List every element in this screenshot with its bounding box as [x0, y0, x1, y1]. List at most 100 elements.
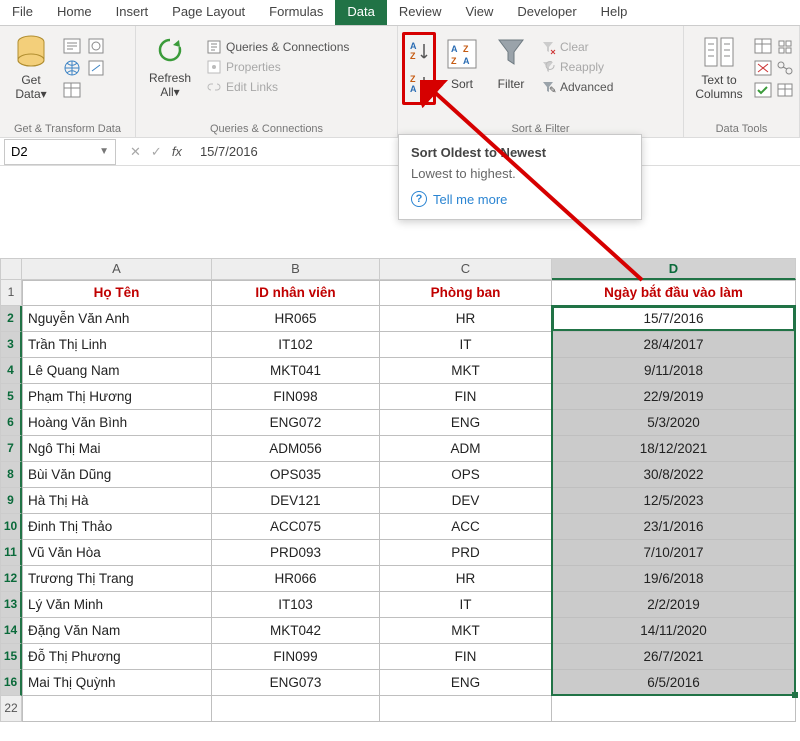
from-web-icon[interactable] [62, 58, 82, 78]
menu-help[interactable]: Help [589, 0, 640, 25]
name-box[interactable]: D2 ▼ [4, 139, 116, 165]
enter-icon[interactable]: ✓ [151, 144, 162, 160]
cell-A13[interactable]: Lý Văn Minh [22, 592, 212, 618]
cell-A7[interactable]: Ngô Thị Mai [22, 436, 212, 462]
cell-D16[interactable]: 6/5/2016 [552, 670, 796, 696]
cell-D4[interactable]: 9/11/2018 [552, 358, 796, 384]
cell-B8[interactable]: OPS035 [212, 462, 380, 488]
cell-A12[interactable]: Trương Thị Trang [22, 566, 212, 592]
cell-D10[interactable]: 23/1/2016 [552, 514, 796, 540]
cell-D14[interactable]: 14/11/2020 [552, 618, 796, 644]
cell-C2[interactable]: HR [380, 306, 552, 332]
cell-B6[interactable]: ENG072 [212, 410, 380, 436]
cell-A9[interactable]: Hà Thị Hà [22, 488, 212, 514]
cell-A4[interactable]: Lê Quang Nam [22, 358, 212, 384]
cell-C10[interactable]: ACC [380, 514, 552, 540]
sort-desc-button[interactable]: ZA [406, 69, 432, 101]
row-header-12[interactable]: 12 [0, 566, 22, 592]
row-header-2[interactable]: 2 [0, 306, 22, 332]
row-header-15[interactable]: 15 [0, 644, 22, 670]
cell-D6[interactable]: 5/3/2020 [552, 410, 796, 436]
cell-A2[interactable]: Nguyễn Văn Anh [22, 306, 212, 332]
cell-C12[interactable]: HR [380, 566, 552, 592]
text-to-columns-button[interactable]: Text to Columns [688, 32, 750, 104]
cell-B2[interactable]: HR065 [212, 306, 380, 332]
menu-developer[interactable]: Developer [505, 0, 588, 25]
reapply-button[interactable]: Reapply [538, 58, 615, 76]
clear-filter-button[interactable]: Clear [538, 38, 615, 56]
recent-sources-icon[interactable] [86, 36, 106, 56]
existing-conn-icon[interactable] [86, 58, 106, 78]
menu-view[interactable]: View [453, 0, 505, 25]
cell-B13[interactable]: IT103 [212, 592, 380, 618]
row-header-1[interactable]: 1 [0, 280, 22, 306]
cell-A15[interactable]: Đỗ Thị Phương [22, 644, 212, 670]
data-validation-icon[interactable] [754, 82, 772, 98]
cell-B11[interactable]: PRD093 [212, 540, 380, 566]
consolidate-icon[interactable] [776, 38, 794, 54]
col-header-D[interactable]: D [552, 258, 796, 280]
cell-B9[interactable]: DEV121 [212, 488, 380, 514]
menu-file[interactable]: File [0, 0, 45, 25]
cell-D5[interactable]: 22/9/2019 [552, 384, 796, 410]
cell-B14[interactable]: MKT042 [212, 618, 380, 644]
properties-button[interactable]: Properties [204, 58, 351, 76]
refresh-all-button[interactable]: Refresh All▾ [140, 32, 200, 102]
menu-page-layout[interactable]: Page Layout [160, 0, 257, 25]
cell-B4[interactable]: MKT041 [212, 358, 380, 384]
menu-home[interactable]: Home [45, 0, 104, 25]
queries-connections-button[interactable]: Queries & Connections [204, 38, 351, 56]
cell-A6[interactable]: Hoàng Văn Bình [22, 410, 212, 436]
cell-A1[interactable]: Họ Tên [22, 280, 212, 306]
filter-button[interactable]: Filter [488, 32, 534, 94]
row-header-10[interactable]: 10 [0, 514, 22, 540]
cell-C16[interactable]: ENG [380, 670, 552, 696]
cell-D7[interactable]: 18/12/2021 [552, 436, 796, 462]
from-text-icon[interactable] [62, 36, 82, 56]
row-header-5[interactable]: 5 [0, 384, 22, 410]
edit-links-button[interactable]: Edit Links [204, 78, 351, 96]
data-model-icon[interactable] [776, 82, 794, 98]
cell-A14[interactable]: Đặng Văn Nam [22, 618, 212, 644]
cell-C15[interactable]: FIN [380, 644, 552, 670]
menu-review[interactable]: Review [387, 0, 454, 25]
cell-C3[interactable]: IT [380, 332, 552, 358]
cell-C4[interactable]: MKT [380, 358, 552, 384]
fx-icon[interactable]: fx [172, 144, 182, 160]
cell-B15[interactable]: FIN099 [212, 644, 380, 670]
tooltip-tell-me-more[interactable]: ? Tell me more [411, 191, 629, 207]
cell-D11[interactable]: 7/10/2017 [552, 540, 796, 566]
cancel-icon[interactable]: ✕ [130, 144, 141, 160]
cell-A11[interactable]: Vũ Văn Hòa [22, 540, 212, 566]
row-header-9[interactable]: 9 [0, 488, 22, 514]
flash-fill-icon[interactable] [754, 38, 772, 54]
cell-B16[interactable]: ENG073 [212, 670, 380, 696]
cell-C5[interactable]: FIN [380, 384, 552, 410]
cell-C7[interactable]: ADM [380, 436, 552, 462]
cell-A5[interactable]: Phạm Thị Hương [22, 384, 212, 410]
cell-B5[interactable]: FIN098 [212, 384, 380, 410]
cell-A8[interactable]: Bùi Văn Dũng [22, 462, 212, 488]
from-table-icon[interactable] [62, 80, 82, 100]
formula-value[interactable]: 15/7/2016 [190, 144, 268, 159]
cell-A10[interactable]: Đinh Thị Thảo [22, 514, 212, 540]
cell-C14[interactable]: MKT [380, 618, 552, 644]
cell-D13[interactable]: 2/2/2019 [552, 592, 796, 618]
col-header-C[interactable]: C [380, 258, 552, 280]
cell-C6[interactable]: ENG [380, 410, 552, 436]
remove-dupes-icon[interactable] [754, 60, 772, 76]
cell-B10[interactable]: ACC075 [212, 514, 380, 540]
row-header-22[interactable]: 22 [0, 696, 22, 722]
row-header-3[interactable]: 3 [0, 332, 22, 358]
cell-A3[interactable]: Trần Thị Linh [22, 332, 212, 358]
menu-insert[interactable]: Insert [104, 0, 161, 25]
sort-asc-button[interactable]: AZ [406, 36, 432, 68]
cell-B7[interactable]: ADM056 [212, 436, 380, 462]
cell-D3[interactable]: 28/4/2017 [552, 332, 796, 358]
menu-data[interactable]: Data [335, 0, 386, 25]
cell-B22[interactable] [212, 696, 380, 722]
row-header-7[interactable]: 7 [0, 436, 22, 462]
cell-D9[interactable]: 12/5/2023 [552, 488, 796, 514]
cell-D8[interactable]: 30/8/2022 [552, 462, 796, 488]
cell-D15[interactable]: 26/7/2021 [552, 644, 796, 670]
